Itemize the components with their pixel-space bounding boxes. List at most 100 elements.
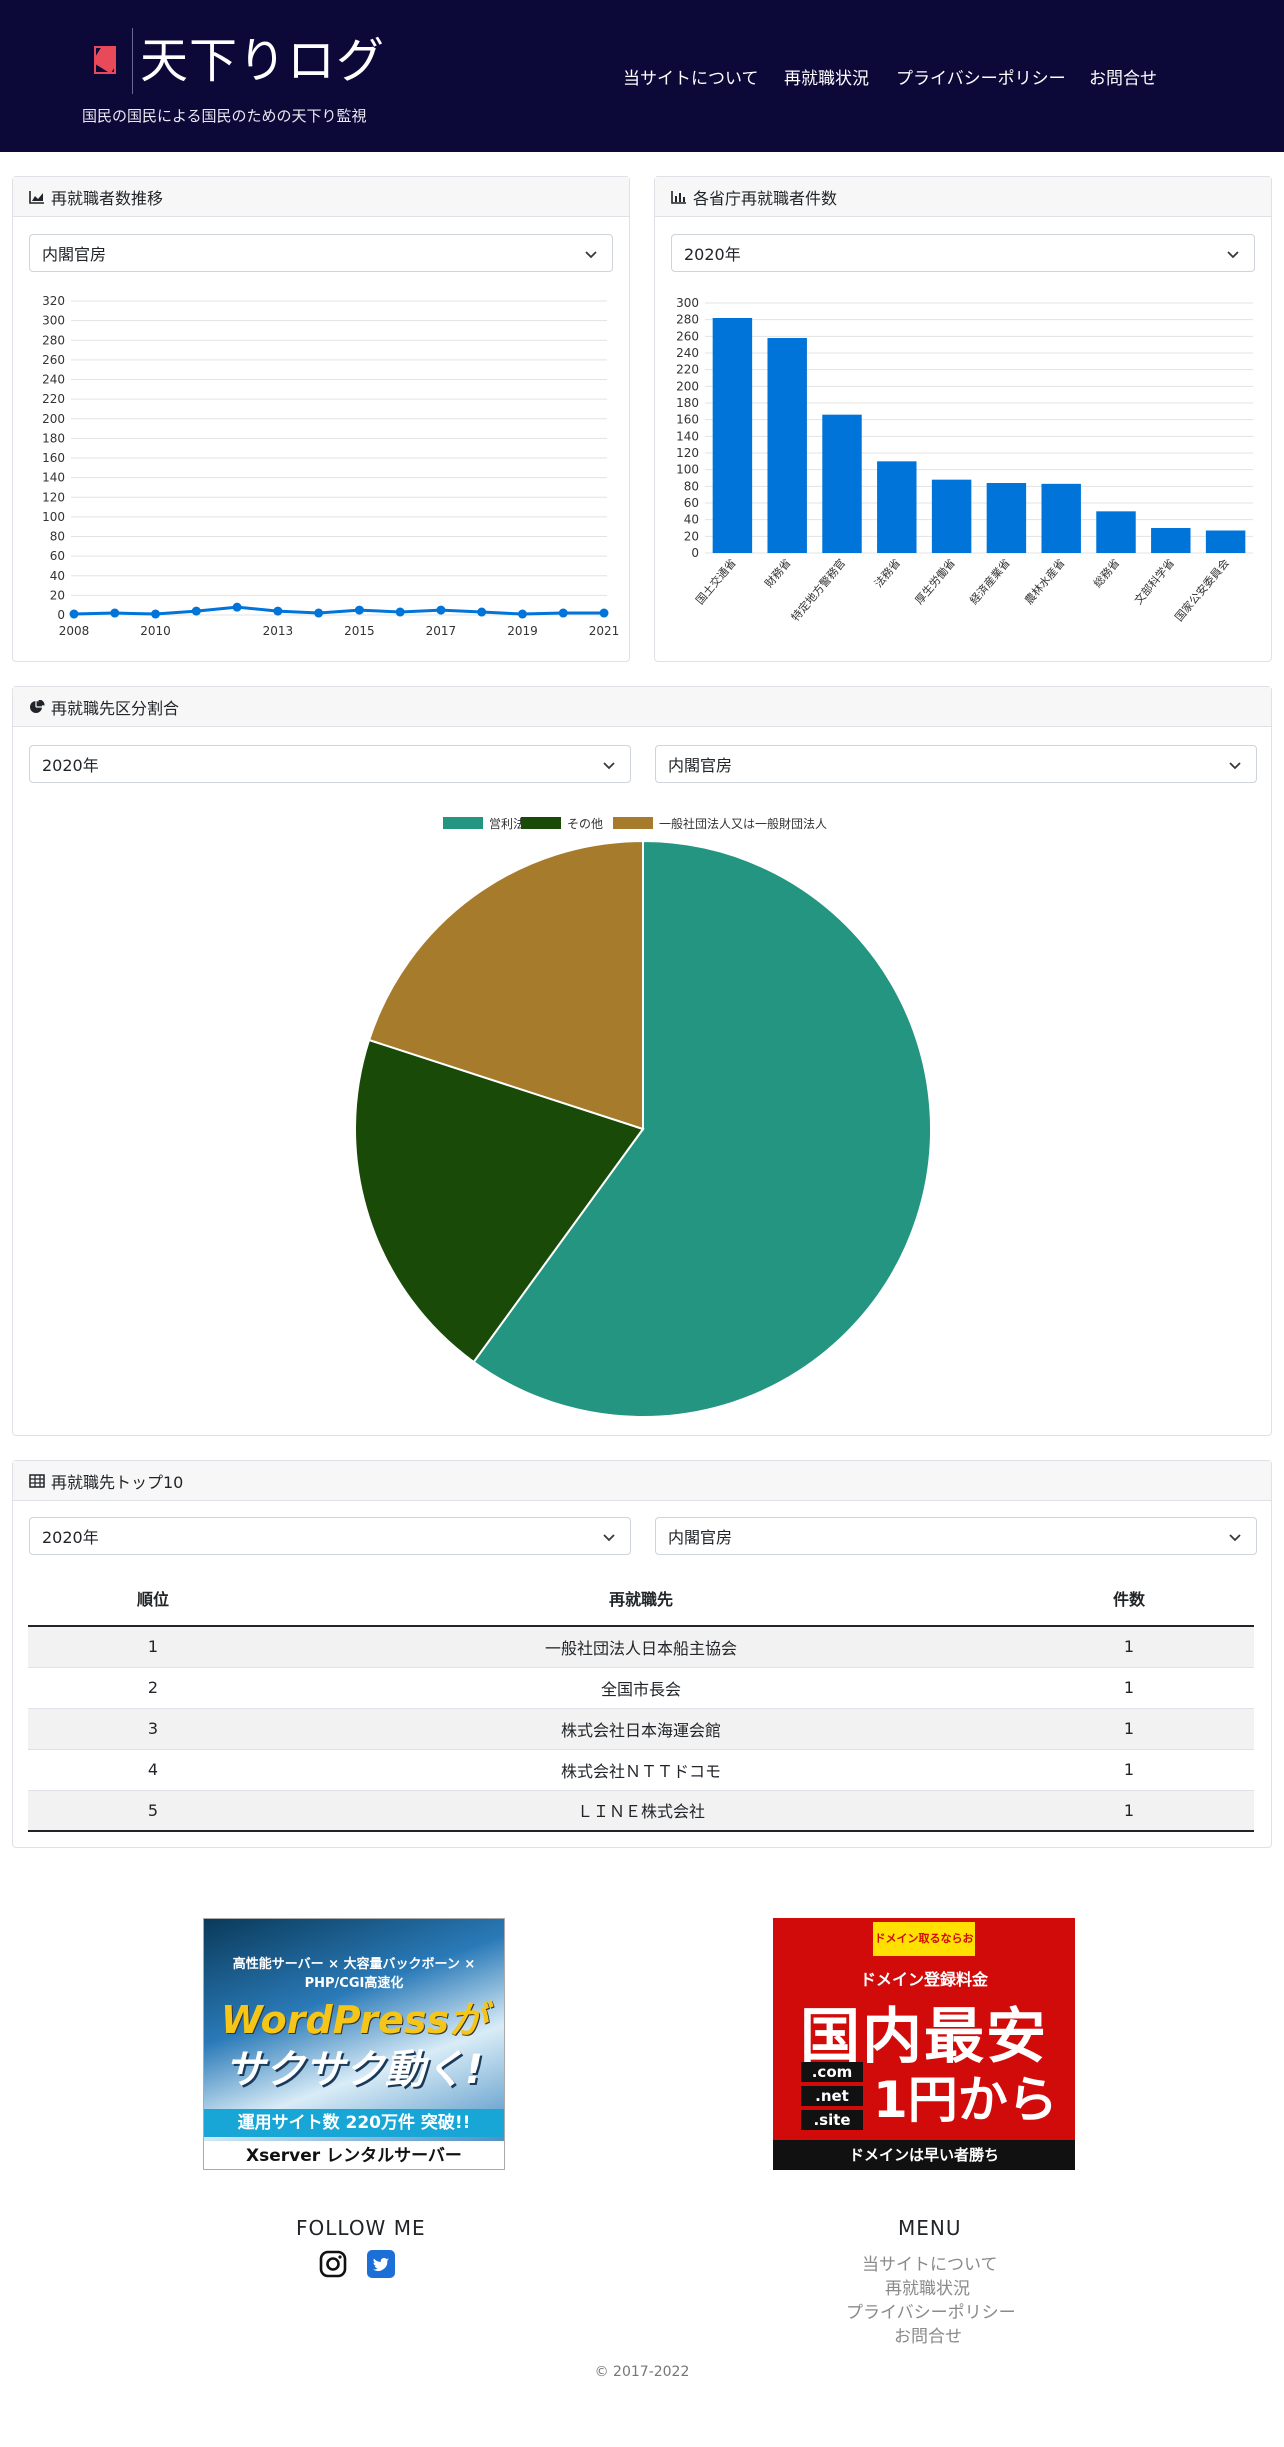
bar xyxy=(986,483,1027,553)
y-tick-label: 160 xyxy=(676,413,699,427)
rank-cell: 3 xyxy=(28,1708,278,1750)
instagram-icon[interactable] xyxy=(319,2250,347,2278)
nav-about[interactable]: 当サイトについて xyxy=(623,64,759,89)
legend-swatch xyxy=(443,817,483,829)
main-nav: 当サイトについて 再就職状況 プライバシーポリシー お問合せ xyxy=(0,64,1284,89)
y-tick-label: 220 xyxy=(676,363,699,377)
pie-chart-icon xyxy=(30,699,45,713)
bar xyxy=(1151,528,1191,553)
area-chart-icon xyxy=(29,190,44,204)
trend-card-header: 再就職者数推移 xyxy=(13,177,629,217)
pie-year-select[interactable]: 2020年 xyxy=(29,745,631,783)
bar xyxy=(1096,511,1136,553)
y-tick-label: 280 xyxy=(676,313,699,327)
nav-contact[interactable]: お問合せ xyxy=(1089,64,1157,89)
pie-org-select[interactable]: 内閣官房 xyxy=(655,745,1257,783)
xserver-ad-headline-2: サクサク動く! xyxy=(224,2047,484,2093)
xserver-ad-headline-1: WordPressが xyxy=(220,1998,488,2042)
xserver-ad-stats: 運用サイト数 220万件 突破!! xyxy=(204,2109,504,2137)
y-tick-label: 80 xyxy=(684,479,699,493)
data-point xyxy=(110,608,120,618)
bar xyxy=(877,461,917,553)
footer-link-privacy[interactable]: プライバシーポリシー xyxy=(846,2298,1016,2323)
chevron-down-icon xyxy=(1229,762,1241,770)
y-tick-label: 100 xyxy=(676,463,699,477)
nav-privacy[interactable]: プライバシーポリシー xyxy=(896,64,1066,89)
x-tick-label: 農林水産省 xyxy=(1021,556,1067,607)
onamae-ad-banner[interactable]: ドメイン取るならお名前.com ドメイン登録料金 国内最安 .com .net … xyxy=(773,1918,1075,2170)
trend-card-title: 再就職者数推移 xyxy=(51,188,164,208)
data-point xyxy=(232,602,242,612)
x-tick-label: 財務省 xyxy=(762,556,794,590)
top10-card-header: 再就職先トップ10 xyxy=(13,1461,1271,1501)
xserver-ad-brand: Xserver レンタルサーバー xyxy=(204,2141,504,2169)
pie-card: 再就職先区分割合 2020年 内閣官房 営利法人 その他 一般社団法人又は一般財団法… xyxy=(12,686,1272,1436)
data-point xyxy=(436,605,446,615)
rank-cell: 2 xyxy=(28,1667,278,1709)
onamae-ad-footer: ドメインは早い者勝ち xyxy=(773,2140,1075,2170)
table-row: 1 一般社団法人日本船主協会 1 xyxy=(28,1626,1254,1668)
y-tick-label: 120 xyxy=(676,446,699,460)
y-tick-label: 280 xyxy=(42,333,65,347)
site-header: 天下りログ 国民の国民による国民のための天下り監視 当サイトについて 再就職状況… xyxy=(0,0,1284,152)
top10-card-title: 再就職先トップ10 xyxy=(51,1472,184,1492)
y-tick-label: 260 xyxy=(676,329,699,343)
x-tick-label: 総務省 xyxy=(1090,556,1122,590)
top10-year-select[interactable]: 2020年 xyxy=(29,1517,631,1555)
x-tick-label: 2013 xyxy=(263,624,294,638)
destination-cell: 株式会社日本海運会館 xyxy=(278,1708,1004,1750)
ministry-card-title: 各省庁再就職者件数 xyxy=(693,188,838,208)
x-tick-label: 経済産業省 xyxy=(967,556,1013,607)
table-row: 2 全国市長会 1 xyxy=(28,1667,1254,1709)
legend-label: 一般社団法人又は一般財団法人 xyxy=(659,816,827,831)
x-tick-label: 2010 xyxy=(140,624,171,638)
bar xyxy=(767,338,807,553)
top10-org-select-value: 内閣官房 xyxy=(668,1528,733,1547)
x-tick-label: 2017 xyxy=(426,624,457,638)
footer-link-reemployment[interactable]: 再就職状況 xyxy=(885,2274,970,2299)
ministry-year-select[interactable]: 2020年 xyxy=(671,234,1255,272)
bar xyxy=(1205,530,1246,553)
category-pie-chart: 営利法人 その他 一般社団法人又は一般財団法人 xyxy=(354,816,932,1418)
trend-org-select[interactable]: 内閣官房 xyxy=(29,234,613,272)
twitter-icon[interactable] xyxy=(367,2250,395,2278)
x-tick-label: 国家公安委員会 xyxy=(1172,556,1232,624)
ministry-card-header: 各省庁再就職者件数 xyxy=(655,177,1271,217)
count-cell: 1 xyxy=(1004,1790,1254,1832)
x-tick-label: 国土交通省 xyxy=(693,556,739,607)
data-point xyxy=(191,606,201,616)
y-tick-label: 140 xyxy=(42,471,65,485)
y-tick-label: 140 xyxy=(676,429,699,443)
onamae-ad-tld-com: .com xyxy=(801,2062,863,2082)
y-tick-label: 40 xyxy=(684,513,699,527)
top10-org-select[interactable]: 内閣官房 xyxy=(655,1517,1257,1555)
onamae-ad-subtitle: ドメイン登録料金 xyxy=(859,1970,988,1989)
chevron-down-icon xyxy=(1229,1534,1241,1542)
xserver-ad-banner[interactable]: 高性能サーバー × 大容量バックボーン × PHP/CGI高速化 WordPre… xyxy=(203,1918,505,2170)
data-point xyxy=(354,605,364,615)
y-tick-label: 60 xyxy=(50,549,65,563)
footer-link-about[interactable]: 当サイトについて xyxy=(862,2250,998,2275)
chevron-down-icon xyxy=(585,251,597,259)
onamae-ad-tld-site: .site xyxy=(801,2110,863,2130)
y-tick-label: 260 xyxy=(42,353,65,367)
x-tick-label: 厚生労働省 xyxy=(912,556,958,607)
y-tick-label: 180 xyxy=(676,396,699,410)
table-row: 5 ＬＩＮＥ株式会社 1 xyxy=(28,1790,1254,1832)
count-cell: 1 xyxy=(1004,1667,1254,1709)
nav-reemployment[interactable]: 再就職状況 xyxy=(784,64,869,89)
y-tick-label: 320 xyxy=(42,294,65,308)
x-tick-label: 2019 xyxy=(507,624,538,638)
bar xyxy=(712,318,753,553)
y-tick-label: 300 xyxy=(676,296,699,310)
ministry-card: 各省庁再就職者件数 2020年 0 20 40 60 80 100 120 140 160 180… xyxy=(654,176,1272,662)
column-header-rank: 順位 xyxy=(28,1570,278,1627)
data-point xyxy=(477,607,487,617)
legend-label: その他 xyxy=(567,817,603,831)
pie-org-select-value: 内閣官房 xyxy=(668,756,733,775)
footer-link-contact[interactable]: お問合せ xyxy=(894,2322,962,2347)
data-point xyxy=(151,609,161,619)
rank-cell: 4 xyxy=(28,1749,278,1791)
rank-cell: 5 xyxy=(28,1790,278,1832)
xserver-ad-tagline: 高性能サーバー × 大容量バックボーン × PHP/CGI高速化 xyxy=(232,1957,476,1991)
